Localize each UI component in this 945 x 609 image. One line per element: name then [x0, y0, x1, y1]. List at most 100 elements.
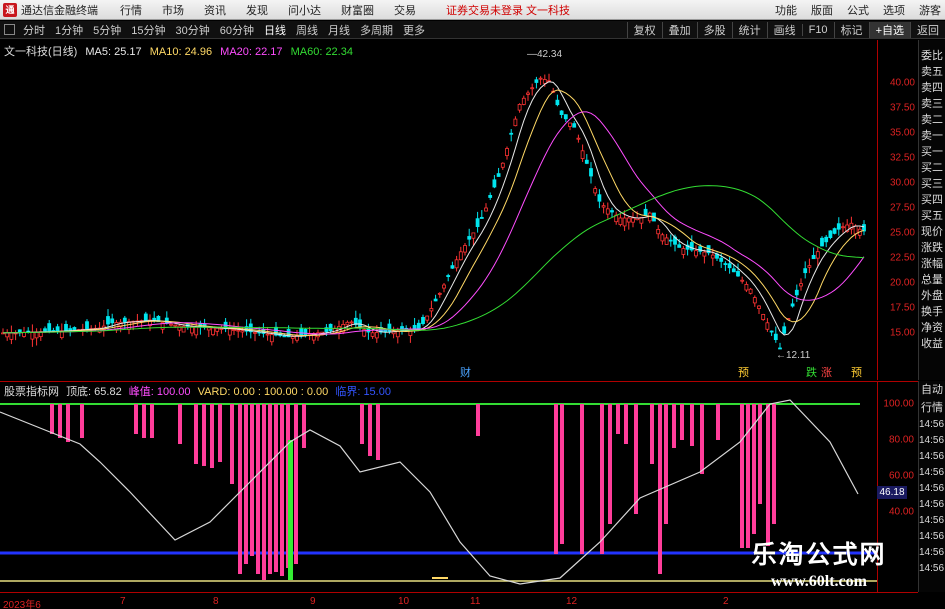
quote-label-sell1: 卖一 — [921, 130, 943, 142]
candle-body — [194, 326, 199, 336]
kline-canvas[interactable]: —42.34 ←12.11 财 预 跌涨 预 — [0, 40, 877, 380]
candle-body — [492, 179, 497, 188]
peak-bar — [650, 404, 654, 464]
date-tick: 11 — [470, 596, 481, 607]
candle-body — [584, 159, 589, 164]
price-tick: 25.00 — [889, 227, 915, 239]
indicator-name[interactable]: 股票指标网 — [4, 386, 59, 398]
candle-body — [110, 318, 115, 324]
tick-time: 14:56 — [919, 419, 945, 430]
peak-bar — [294, 404, 298, 564]
candle-body — [68, 328, 73, 331]
period-daily[interactable]: 日线 — [259, 22, 291, 38]
login-notice[interactable]: 证券交易未登录 文一科技 — [446, 2, 570, 18]
candle-body — [694, 250, 698, 257]
indicator-tick: 80.00 — [888, 434, 914, 446]
ma60-value: MA60: 22.34 — [290, 46, 353, 58]
btn-draw[interactable]: 画线 — [766, 22, 802, 38]
indicator-field-vard: VARD: 0.00 : 100.00 : 0.00 — [197, 386, 329, 398]
quote-label-buy5: 买五 — [921, 210, 943, 222]
menu-wealth[interactable]: 财富圈 — [341, 2, 374, 18]
candle-body — [748, 288, 753, 294]
peak-bar — [302, 404, 306, 448]
tick-time: 14:56 — [919, 515, 945, 526]
period-timeshare[interactable]: 分时 — [18, 22, 50, 38]
candle-body — [47, 323, 52, 332]
candle-body — [446, 275, 451, 278]
period-monthly[interactable]: 月线 — [323, 22, 355, 38]
btn-auto[interactable]: 自动 — [919, 381, 945, 399]
candle-body — [345, 321, 350, 326]
menu-board[interactable]: 市场 — [162, 2, 184, 18]
menu-news[interactable]: 资讯 — [204, 2, 226, 18]
candle-body — [374, 332, 379, 339]
candle-body — [803, 268, 808, 274]
candle-body — [778, 347, 782, 350]
indicator-tick: 40.00 — [888, 506, 914, 518]
quote-label-buy2: 买二 — [921, 162, 943, 174]
user-guest[interactable]: 游客 — [919, 2, 941, 18]
period-more[interactable]: 更多 — [398, 22, 430, 38]
period-15min[interactable]: 15分钟 — [126, 22, 170, 38]
candle-body — [500, 162, 505, 168]
candle-body — [30, 331, 35, 340]
candle-body — [727, 263, 732, 269]
candle-body — [236, 329, 241, 332]
candle-body — [769, 330, 774, 333]
candle-body — [836, 223, 841, 230]
btn-overlay[interactable]: 叠加 — [661, 22, 697, 38]
candle-body — [232, 329, 236, 331]
btn-back[interactable]: 返回 — [910, 22, 945, 38]
peak-bar — [66, 404, 70, 442]
btn-add-watchlist[interactable]: +自选 — [868, 22, 910, 38]
candle-body — [164, 317, 169, 324]
candle-body — [807, 265, 812, 268]
period-60min[interactable]: 60分钟 — [215, 22, 259, 38]
candle-body — [757, 305, 761, 309]
candle-body — [664, 237, 669, 245]
indicator-tick: 60.00 — [888, 470, 914, 482]
menu-market[interactable]: 行情 — [120, 2, 142, 18]
btn-adjust[interactable]: 复权 — [626, 22, 662, 38]
candle-body — [526, 92, 530, 95]
period-multi[interactable]: 多周期 — [355, 22, 398, 38]
candle-body — [773, 333, 778, 340]
price-tick: 32.50 — [889, 152, 915, 164]
btn-mark[interactable]: 标记 — [833, 22, 869, 38]
candle-body — [710, 254, 715, 259]
auto-sidebar: 自动 行情 14:56 14:56 14:56 14:56 14:56 14:5… — [918, 381, 945, 592]
btn-stats[interactable]: 统计 — [731, 22, 767, 38]
candle-body — [555, 99, 560, 106]
menu-trade[interactable]: 交易 — [394, 2, 416, 18]
peak-bar — [700, 404, 704, 474]
candle-body — [72, 327, 77, 331]
menu-options[interactable]: 选项 — [883, 2, 905, 18]
candle-body — [437, 292, 442, 295]
btn-quote[interactable]: 行情 — [919, 399, 945, 417]
window-icon[interactable] — [4, 24, 15, 35]
candle-body — [521, 97, 526, 105]
candle-body — [534, 79, 539, 83]
kline-chart[interactable]: —42.34 ←12.11 财 预 跌涨 预 文一科技(日线) MA5: 25.17 MA… — [0, 40, 918, 380]
btn-f10[interactable]: F10 — [801, 24, 834, 36]
candle-body — [303, 329, 308, 336]
signal-bar — [288, 440, 293, 580]
menu-layout[interactable]: 版面 — [811, 2, 833, 18]
period-30min[interactable]: 30分钟 — [171, 22, 215, 38]
period-5min[interactable]: 5分钟 — [88, 22, 126, 38]
peak-bar — [80, 404, 84, 438]
stock-label[interactable]: 文一科技(日线) — [4, 46, 77, 58]
period-weekly[interactable]: 周线 — [291, 22, 323, 38]
period-1min[interactable]: 1分钟 — [50, 22, 88, 38]
menu-assistant[interactable]: 问小达 — [288, 2, 321, 18]
candle-body — [219, 328, 224, 330]
menu-discover[interactable]: 发现 — [246, 2, 268, 18]
candle-body — [387, 323, 392, 332]
btn-multi-stock[interactable]: 多股 — [696, 22, 732, 38]
quote-label-sell4: 卖四 — [921, 82, 943, 94]
menu-formula[interactable]: 公式 — [847, 2, 869, 18]
menu-function[interactable]: 功能 — [775, 2, 797, 18]
candle-body — [484, 207, 488, 212]
price-tick: 37.50 — [889, 102, 915, 114]
candle-body — [618, 217, 623, 225]
